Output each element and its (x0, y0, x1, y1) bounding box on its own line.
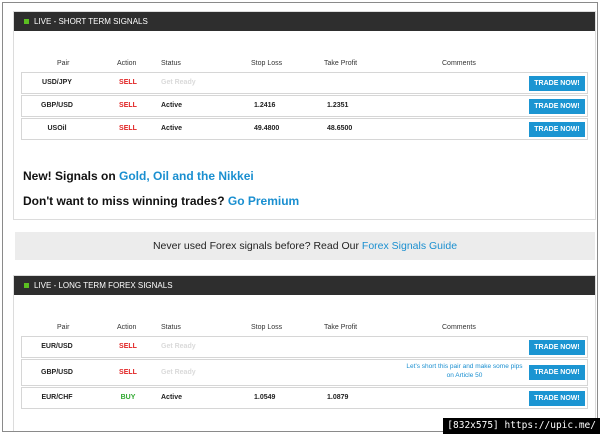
col-header-stop-loss: Stop Loss (251, 324, 283, 331)
promo-signals-line: New! Signals on Gold, Oil and the Nikkei (23, 169, 254, 183)
status-cell: Get Ready (161, 79, 196, 86)
go-premium-link[interactable]: Go Premium (228, 194, 299, 208)
take-profit-cell: 1.0879 (327, 394, 349, 401)
promo-signals-text: New! Signals on (23, 169, 120, 183)
col-header-status: Status (161, 60, 181, 67)
image-host-watermark: [832x575] https://upic.me/ (443, 418, 600, 434)
status-cell: Active (161, 102, 183, 109)
take-profit-cell: 48.6500 (327, 125, 353, 132)
short-term-title: LIVE - SHORT TERM SIGNALS (34, 17, 148, 26)
table-row: EUR/USD SELL Get Ready TRADE NOW! (21, 336, 588, 358)
long-term-panel: LIVE - LONG TERM FOREX SIGNALS Pair Acti… (13, 275, 596, 431)
stop-loss-cell: 1.0549 (254, 394, 276, 401)
table-row: USD/JPY SELL Get Ready TRADE NOW! (21, 72, 588, 94)
promo-premium-line: Don't want to miss winning trades? Go Pr… (23, 194, 299, 208)
live-indicator-icon (24, 19, 29, 24)
live-indicator-icon (24, 283, 29, 288)
table-row: USOil SELL Active 49.4800 48.6500 TRADE … (21, 118, 588, 140)
short-term-header: LIVE - SHORT TERM SIGNALS (14, 12, 595, 31)
stop-loss-cell (254, 337, 314, 357)
guide-text: Never used Forex signals before? Read Ou… (152, 240, 362, 252)
status-cell: Active (161, 125, 183, 132)
trade-now-button[interactable]: TRADE NOW! (529, 99, 585, 114)
col-header-action: Action (117, 324, 137, 331)
stop-loss-cell (254, 360, 314, 380)
pair-cell: USD/JPY (42, 79, 72, 86)
long-term-header: LIVE - LONG TERM FOREX SIGNALS (14, 276, 595, 295)
table-row: GBP/USD SELL Get Ready Let's short this … (21, 359, 588, 386)
forex-guide-banner: Never used Forex signals before? Read Ou… (15, 232, 595, 260)
action-cell: SELL (119, 102, 137, 109)
col-header-take-profit: Take Profit (324, 60, 358, 67)
long-term-title: LIVE - LONG TERM FOREX SIGNALS (34, 281, 173, 290)
status-cell: Get Ready (161, 343, 196, 350)
comment-cell: Let's short this pair and make some pips… (406, 363, 523, 379)
take-profit-cell (327, 337, 387, 357)
trade-now-button[interactable]: TRADE NOW! (529, 365, 585, 380)
col-header-comments: Comments (442, 60, 476, 67)
col-header-pair: Pair (57, 324, 70, 331)
status-cell: Get Ready (161, 369, 196, 376)
pair-cell: USOil (47, 125, 67, 132)
action-cell: SELL (119, 125, 137, 132)
take-profit-cell (327, 73, 387, 93)
trade-now-button[interactable]: TRADE NOW! (529, 391, 585, 406)
short-term-panel: LIVE - SHORT TERM SIGNALS Pair Action St… (13, 11, 596, 220)
trade-now-button[interactable]: TRADE NOW! (529, 122, 585, 137)
action-cell: BUY (120, 394, 136, 401)
col-header-comments: Comments (442, 324, 476, 331)
stop-loss-cell: 1.2416 (254, 102, 276, 109)
trade-now-button[interactable]: TRADE NOW! (529, 340, 585, 355)
promo-premium-text: Don't want to miss winning trades? (23, 194, 228, 208)
col-header-stop-loss: Stop Loss (251, 60, 283, 67)
stop-loss-cell: 49.4800 (254, 125, 280, 132)
trade-now-button[interactable]: TRADE NOW! (529, 76, 585, 91)
col-header-take-profit: Take Profit (324, 324, 358, 331)
table-row: EUR/CHF BUY Active 1.0549 1.0879 TRADE N… (21, 387, 588, 409)
col-header-action: Action (117, 60, 137, 67)
forex-signals-guide-link[interactable]: Forex Signals Guide (362, 240, 457, 252)
stop-loss-cell (254, 73, 314, 93)
status-cell: Active (161, 394, 183, 401)
take-profit-cell (327, 360, 387, 380)
pair-cell: EUR/CHF (41, 394, 73, 401)
col-header-pair: Pair (57, 60, 70, 67)
pair-cell: GBP/USD (41, 102, 73, 109)
pair-cell: GBP/USD (41, 369, 73, 376)
action-cell: SELL (119, 343, 137, 350)
pair-cell: EUR/USD (41, 343, 73, 350)
action-cell: SELL (119, 79, 137, 86)
page-frame: LIVE - SHORT TERM SIGNALS Pair Action St… (2, 2, 598, 432)
table-row: GBP/USD SELL Active 1.2416 1.2351 TRADE … (21, 95, 588, 117)
gold-oil-nikkei-link[interactable]: Gold, Oil and the Nikkei (119, 169, 254, 183)
take-profit-cell: 1.2351 (327, 102, 349, 109)
col-header-status: Status (161, 324, 181, 331)
action-cell: SELL (119, 369, 137, 376)
